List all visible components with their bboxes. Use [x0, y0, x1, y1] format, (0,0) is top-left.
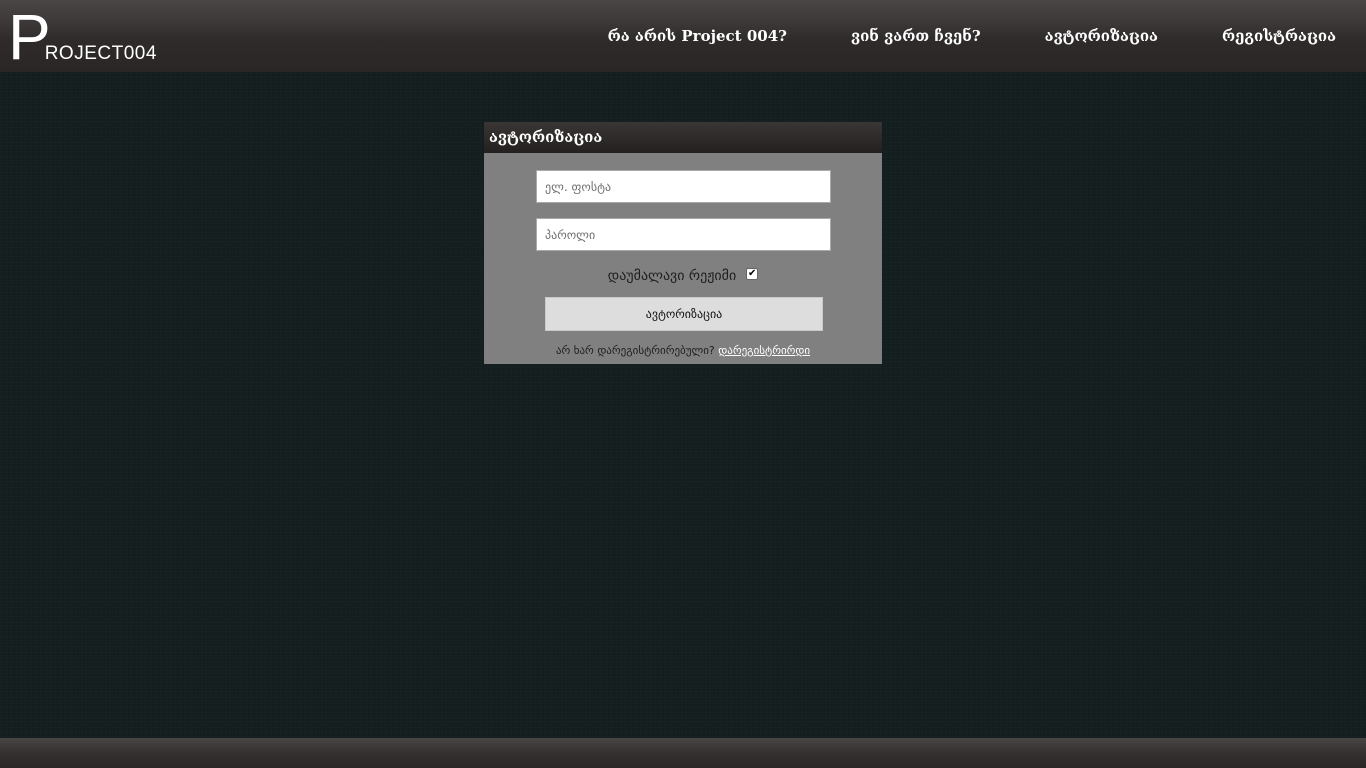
password-field[interactable]: [536, 218, 831, 251]
logo-text: ROJECT004: [44, 43, 157, 64]
logo-letter: P: [8, 12, 49, 64]
remember-row: დაუმალავი რეჟიმი ✔: [484, 264, 882, 288]
nav-item-register[interactable]: რეგისტრაცია: [1222, 27, 1336, 45]
site-logo[interactable]: P ROJECT004: [8, 8, 157, 64]
login-panel-title: ავტორიზაცია: [484, 122, 882, 153]
checkmark-icon: ✔: [748, 268, 757, 279]
top-header: P ROJECT004 რა არის Project 004? ვინ ვარ…: [0, 0, 1366, 72]
remember-checkbox[interactable]: ✔: [746, 268, 759, 280]
signup-prompt: არ ხარ დარეგისტრირებული?: [555, 344, 715, 357]
main-nav: რა არის Project 004? ვინ ვართ ჩვენ? ავტო…: [608, 0, 1336, 72]
login-panel: ავტორიზაცია დაუმალავი რეჟიმი ✔ ავტორიზაც…: [484, 122, 882, 364]
login-button[interactable]: ავტორიზაცია: [545, 297, 823, 331]
page-footer: [0, 738, 1366, 768]
remember-label: დაუმალავი რეჟიმი: [607, 268, 737, 284]
email-field[interactable]: [536, 170, 831, 203]
nav-item-about-project[interactable]: რა არის Project 004?: [608, 27, 787, 45]
signup-row: არ ხარ დარეგისტრირებული? დარეგისტრირდი: [484, 344, 882, 360]
nav-item-login[interactable]: ავტორიზაცია: [1045, 27, 1158, 45]
nav-item-who-we-are[interactable]: ვინ ვართ ჩვენ?: [851, 27, 981, 45]
signup-link[interactable]: დარეგისტრირდი: [718, 344, 810, 357]
